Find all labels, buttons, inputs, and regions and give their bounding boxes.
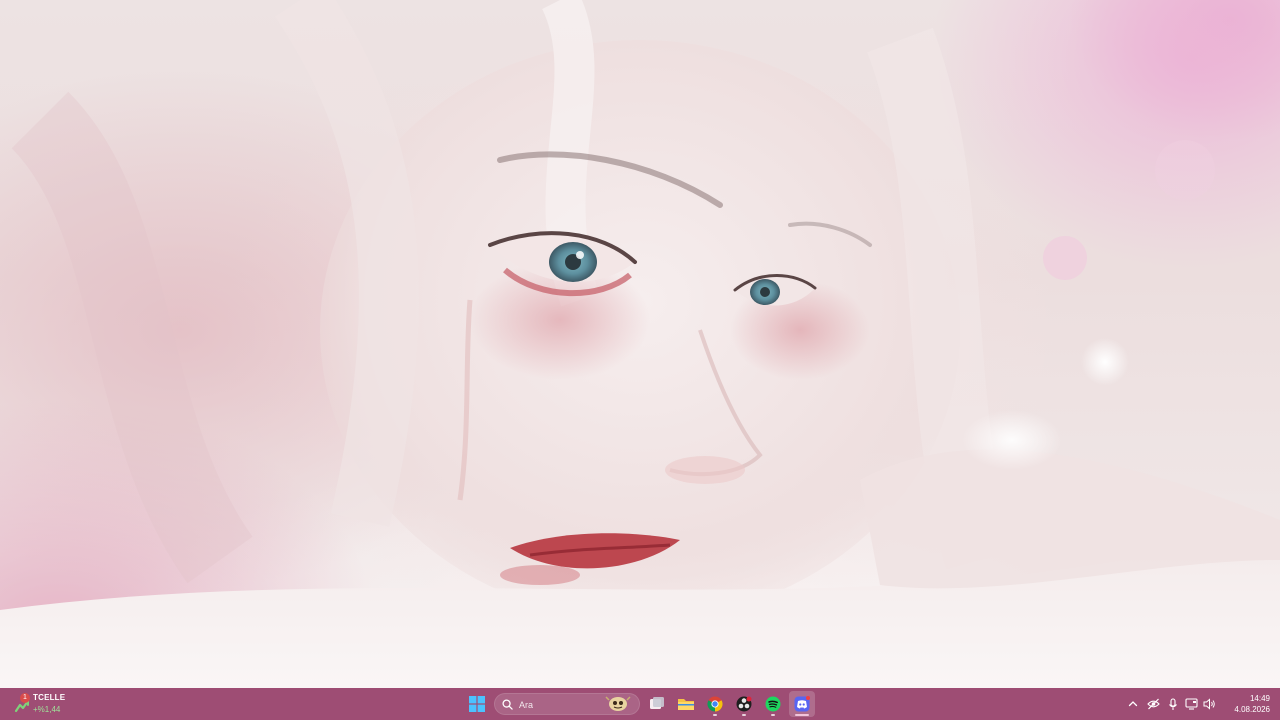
file-explorer-button[interactable]: [673, 691, 699, 717]
task-view-icon: [650, 697, 664, 709]
spotify-button[interactable]: [760, 691, 786, 717]
chevron-up-icon: [1128, 701, 1138, 707]
windows-logo-icon: [469, 696, 485, 712]
stock-ticker: TCELLE: [33, 693, 66, 702]
clock-date: 4.08.2026: [1234, 705, 1270, 714]
spotify-running-indicator: [771, 714, 775, 716]
speaker-icon: [1203, 698, 1215, 710]
volume-tray-button[interactable]: [1202, 697, 1216, 711]
chrome-icon: [707, 696, 723, 712]
show-hidden-icons-button[interactable]: [1126, 697, 1140, 711]
microphone-tray-button[interactable]: [1166, 697, 1180, 711]
clock[interactable]: 14:49 4.08.2026: [1234, 693, 1270, 715]
display-tray-button[interactable]: [1184, 697, 1198, 711]
obs-running-indicator: [742, 714, 746, 716]
stock-change: +%1,44: [33, 705, 61, 714]
chrome-running-indicator: [713, 714, 717, 716]
obs-icon: [736, 696, 752, 712]
microphone-icon: [1169, 697, 1177, 710]
wallpaper-artwork: [0, 0, 1280, 688]
start-button[interactable]: [464, 691, 490, 717]
search-input[interactable]: [517, 696, 601, 714]
display-icon: [1184, 698, 1198, 710]
obs-button[interactable]: [731, 691, 757, 717]
task-view-button[interactable]: [644, 691, 670, 717]
stock-widget[interactable]: 1 TCELLE +%1,44: [12, 691, 72, 717]
privacy-tray-button[interactable]: [1146, 697, 1160, 711]
chrome-button[interactable]: [702, 691, 728, 717]
taskbar: 1 TCELLE +%1,44 Ara 14:49 4.08.2026: [0, 688, 1280, 720]
search-icon: [502, 699, 513, 710]
spotify-icon: [765, 696, 781, 712]
search-highlight-icon: [605, 696, 631, 711]
discord-active-indicator: [795, 714, 809, 716]
eye-off-icon: [1146, 698, 1160, 710]
widget-notification-badge: 1: [20, 693, 30, 703]
search-box[interactable]: [494, 693, 640, 715]
discord-button[interactable]: [789, 691, 815, 717]
desktop-wallpaper: [0, 0, 1280, 688]
clock-time: 14:49: [1249, 694, 1270, 703]
system-tray: 14:49 4.08.2026: [1120, 688, 1280, 720]
discord-icon: [794, 696, 810, 712]
folder-icon: [678, 699, 694, 710]
